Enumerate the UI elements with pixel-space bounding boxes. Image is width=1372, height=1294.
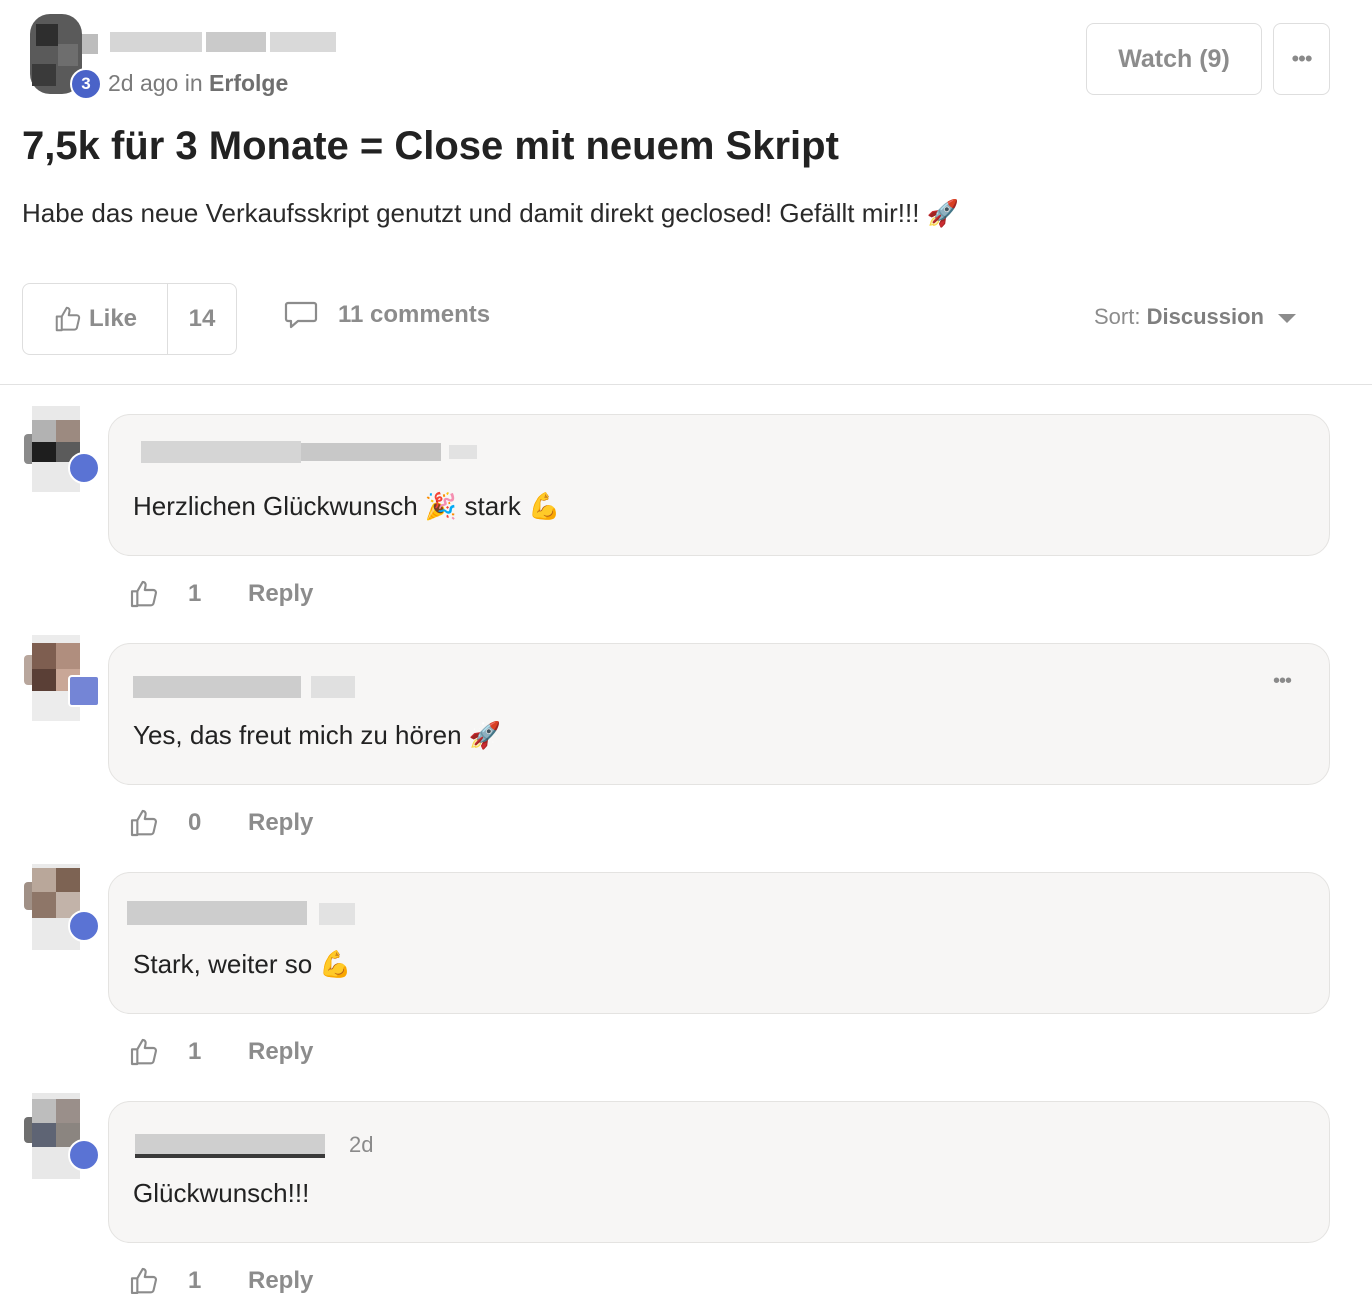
comment-icon bbox=[284, 301, 318, 329]
more-icon: ••• bbox=[1291, 46, 1312, 71]
level-badge bbox=[68, 1139, 100, 1171]
sort-dropdown[interactable]: Sort: Discussion bbox=[1094, 304, 1296, 330]
comment-like-count: 1 bbox=[188, 1038, 202, 1065]
post-body: Habe das neue Verkaufsskript genutzt und… bbox=[22, 198, 960, 228]
comment-actions: 0 Reply bbox=[128, 807, 313, 839]
comment-like-count: 0 bbox=[188, 809, 202, 836]
thumbs-up-icon[interactable] bbox=[128, 1265, 160, 1294]
comment-more-button[interactable]: ••• bbox=[1273, 670, 1292, 693]
thumbs-up-icon[interactable] bbox=[128, 578, 160, 610]
comment-text: Glückwunsch!!! bbox=[133, 1178, 310, 1208]
thumbs-up-icon[interactable] bbox=[128, 807, 160, 839]
level-badge: 3 bbox=[70, 68, 102, 100]
level-badge bbox=[68, 452, 100, 484]
comment-text: Yes, das freut mich zu hören 🚀 bbox=[133, 720, 502, 750]
post-in-label: in bbox=[184, 70, 203, 96]
post-meta: 2d ago in Erfolge bbox=[108, 70, 288, 97]
comment-item: Herzlichen Glückwunsch 🎉 stark 💪 1 Reply bbox=[0, 406, 1372, 643]
comment-actions: 1 Reply bbox=[128, 1036, 313, 1068]
level-badge bbox=[68, 675, 100, 707]
like-count[interactable]: 14 bbox=[168, 284, 236, 354]
commenter-avatar[interactable] bbox=[22, 635, 100, 765]
comment-text: Stark, weiter so 💪 bbox=[133, 949, 352, 979]
comment-bubble: Stark, weiter so 💪 bbox=[108, 872, 1330, 1014]
commenter-avatar[interactable] bbox=[22, 1093, 100, 1223]
post-like-group: Like 14 bbox=[22, 283, 237, 355]
comment-actions: 1 Reply bbox=[128, 578, 313, 610]
post-time: 2d ago bbox=[108, 70, 179, 96]
post-category[interactable]: Erfolge bbox=[209, 70, 288, 96]
thumbs-up-icon[interactable] bbox=[128, 1036, 160, 1068]
comments-count-label: 11 comments bbox=[338, 301, 491, 328]
reply-button[interactable]: Reply bbox=[248, 580, 313, 608]
comments-link[interactable]: 11 comments bbox=[284, 300, 490, 330]
comment-time: 2d bbox=[349, 1132, 374, 1157]
like-button[interactable]: Like bbox=[23, 284, 168, 354]
commenter-name-redacted[interactable] bbox=[131, 437, 477, 465]
author-name-redacted[interactable] bbox=[110, 28, 336, 56]
caret-down-icon bbox=[1277, 314, 1296, 323]
comment-bubble: ••• Yes, das freut mich zu hören 🚀 bbox=[108, 643, 1330, 785]
commenter-avatar[interactable] bbox=[22, 864, 100, 994]
like-label: Like bbox=[88, 305, 138, 332]
comment-like-count: 1 bbox=[188, 580, 202, 607]
watch-button[interactable]: Watch (9) bbox=[1086, 23, 1262, 95]
level-badge bbox=[68, 910, 100, 942]
comment-actions: 1 Reply bbox=[128, 1265, 313, 1294]
comment-like-count: 1 bbox=[188, 1267, 202, 1294]
comment-bubble: Herzlichen Glückwunsch 🎉 stark 💪 bbox=[108, 414, 1330, 556]
more-options-button[interactable]: ••• bbox=[1273, 23, 1330, 95]
commenter-avatar[interactable] bbox=[22, 406, 100, 536]
reply-button[interactable]: Reply bbox=[248, 809, 313, 837]
sort-value: Discussion bbox=[1146, 304, 1264, 329]
sort-prefix: Sort: bbox=[1094, 304, 1141, 329]
commenter-name-redacted[interactable] bbox=[131, 1124, 331, 1158]
comment-item: ••• Yes, das freut mich zu hören 🚀 0 Rep… bbox=[0, 635, 1372, 872]
reply-button[interactable]: Reply bbox=[248, 1038, 313, 1066]
comment-text: Herzlichen Glückwunsch 🎉 stark 💪 bbox=[133, 491, 561, 521]
thumbs-up-icon bbox=[55, 306, 81, 332]
reply-button[interactable]: Reply bbox=[248, 1267, 313, 1294]
commenter-name-redacted[interactable] bbox=[131, 666, 357, 698]
comment-bubble: 2d Glückwunsch!!! bbox=[108, 1101, 1330, 1243]
post-title: 7,5k für 3 Monate = Close mit neuem Skri… bbox=[22, 124, 839, 168]
author-avatar[interactable]: 3 bbox=[22, 14, 102, 100]
comment-item: Stark, weiter so 💪 1 Reply bbox=[0, 864, 1372, 1101]
commenter-name-redacted[interactable] bbox=[127, 895, 361, 925]
comment-item: 2d Glückwunsch!!! 1 Reply bbox=[0, 1093, 1372, 1294]
divider bbox=[0, 384, 1372, 385]
